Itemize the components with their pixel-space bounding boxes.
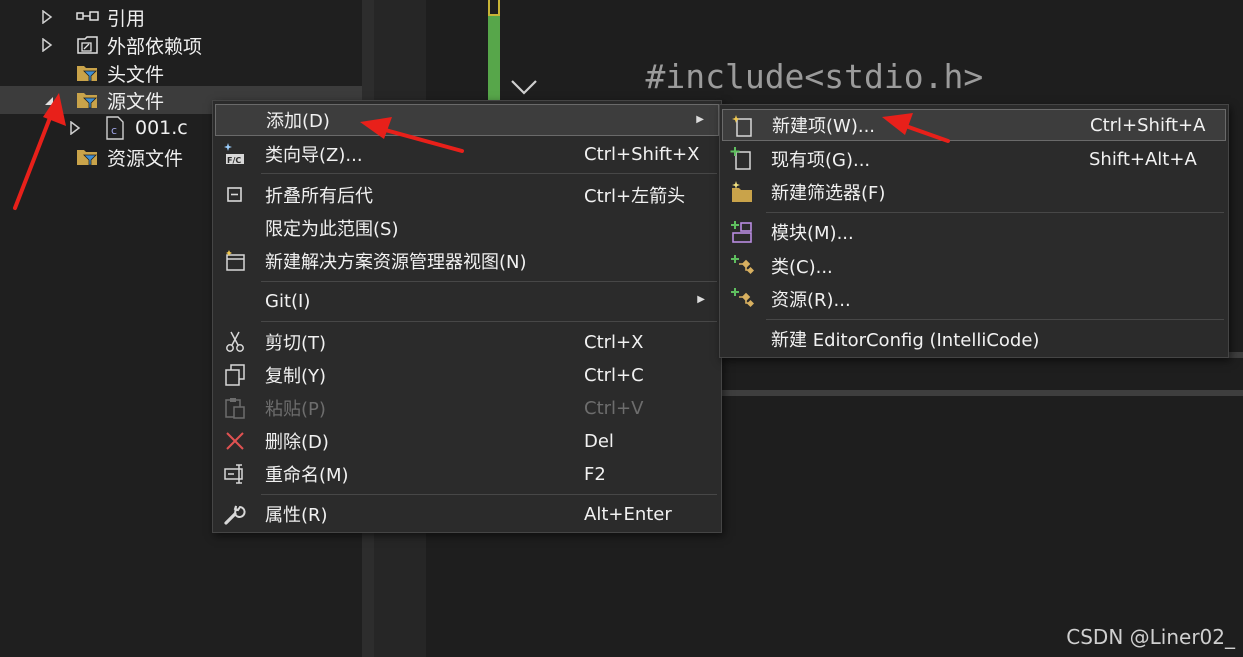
expand-arrow-icon[interactable] [40, 10, 54, 24]
menu-item-new-item[interactable]: 新建项(W)... Ctrl+Shift+A [722, 109, 1226, 141]
editor-divider [722, 390, 1243, 396]
menu-separator [766, 212, 1224, 213]
existing-item-icon [730, 147, 754, 171]
references-icon [76, 6, 99, 28]
change-marker-unsaved [488, 0, 500, 16]
svg-text:F/C: F/C [227, 156, 241, 165]
menu-item-label: 复制(Y) [265, 366, 327, 387]
menu-item-shortcut: Ctrl+X [584, 331, 644, 353]
menu-item-module[interactable]: 模块(M)... [722, 216, 1226, 248]
menu-item-label: 属性(R) [265, 505, 328, 526]
menu-item-label: 类(C)... [771, 257, 833, 278]
class-icon [730, 254, 754, 278]
menu-item-new-editorconfig[interactable]: 新建 EditorConfig (IntelliCode) [722, 323, 1226, 355]
menu-separator [261, 494, 717, 495]
tree-item-label: 资源文件 [107, 147, 184, 170]
external-deps-icon [76, 34, 98, 56]
menu-item-shortcut: Alt+Enter [584, 503, 672, 525]
change-marker-saved [488, 16, 500, 106]
filter-folder-icon [76, 146, 98, 168]
paste-icon [223, 396, 247, 420]
tree-item-label: 源文件 [107, 90, 165, 113]
menu-item-collapse-all[interactable]: 折叠所有后代 Ctrl+左箭头 [215, 179, 719, 211]
menu-separator [261, 173, 717, 174]
new-filter-icon [730, 180, 754, 204]
delete-icon [223, 429, 247, 453]
watermark: CSDN @Liner02_ [1066, 625, 1235, 649]
menu-item-cut[interactable]: 剪切(T) Ctrl+X [215, 326, 719, 358]
class-wizard-icon: F/C [223, 142, 247, 166]
filter-folder-icon [76, 62, 98, 84]
menu-item-label: 删除(D) [265, 432, 329, 453]
tree-item-references[interactable]: 引用 [0, 3, 362, 31]
menu-item-shortcut: F2 [584, 463, 606, 485]
menu-item-shortcut: Ctrl+Shift+X [584, 143, 700, 165]
menu-separator [261, 281, 717, 282]
menu-separator [766, 319, 1224, 320]
menu-item-new-explorer-view[interactable]: 新建解决方案资源管理器视图(N) [215, 245, 719, 277]
menu-item-class[interactable]: 类(C)... [722, 250, 1226, 282]
menu-item-rename[interactable]: 重命名(M) F2 [215, 458, 719, 490]
menu-item-label: 重命名(M) [265, 465, 349, 486]
collapse-arrow-icon[interactable] [42, 94, 56, 108]
tree-item-header-files[interactable]: 头文件 [0, 59, 362, 87]
new-item-icon [731, 114, 755, 138]
filter-folder-icon [76, 89, 98, 111]
new-explorer-view-icon [223, 249, 247, 273]
svg-text:c: c [111, 124, 117, 137]
menu-item-label: 新建解决方案资源管理器视图(N) [265, 252, 527, 273]
menu-item-label: 新建项(W)... [772, 116, 876, 137]
expand-arrow-icon[interactable] [40, 38, 54, 52]
menu-item-git[interactable]: Git(I) ▶ [215, 285, 719, 317]
resource-icon [730, 287, 754, 311]
menu-item-label: 模块(M)... [771, 223, 854, 244]
copy-icon [223, 363, 247, 387]
menu-item-shortcut: Ctrl+Shift+A [1090, 114, 1206, 136]
menu-item-label: 新建 EditorConfig (IntelliCode) [771, 330, 1040, 351]
menu-item-scope-to-this[interactable]: 限定为此范围(S) [215, 212, 719, 244]
menu-item-paste[interactable]: 粘贴(P) Ctrl+V [215, 392, 719, 424]
menu-item-label: 新建筛选器(F) [771, 183, 886, 204]
add-submenu: 新建项(W)... Ctrl+Shift+A 现有项(G)... Shift+A… [719, 104, 1229, 358]
cut-icon [223, 330, 247, 354]
menu-item-label: 类向导(Z)... [265, 145, 363, 166]
menu-item-shortcut: Ctrl+左箭头 [584, 186, 686, 207]
fold-chevron-icon[interactable] [509, 74, 539, 100]
menu-item-label: 资源(R)... [771, 290, 851, 311]
menu-item-resource[interactable]: 资源(R)... [722, 283, 1226, 315]
submenu-arrow-icon: ▶ [696, 114, 704, 125]
tree-item-label: 头文件 [107, 63, 165, 86]
menu-item-shortcut: Ctrl+V [584, 397, 644, 419]
wrench-icon [223, 502, 247, 526]
menu-item-label: Git(I) [265, 290, 311, 312]
menu-separator [261, 321, 717, 322]
menu-item-label: 折叠所有后代 [265, 186, 373, 207]
menu-item-label: 剪切(T) [265, 333, 327, 354]
menu-item-shortcut: Del [584, 430, 614, 452]
tree-item-label: 001.c [135, 117, 188, 139]
collapse-all-icon [223, 183, 247, 207]
menu-item-delete[interactable]: 删除(D) Del [215, 425, 719, 457]
submenu-arrow-icon: ▶ [697, 294, 705, 305]
tree-item-external-deps[interactable]: 外部依赖项 [0, 31, 362, 59]
menu-item-existing-item[interactable]: 现有项(G)... Shift+Alt+A [722, 143, 1226, 175]
c-file-icon: c [104, 116, 126, 140]
menu-item-properties[interactable]: 属性(R) Alt+Enter [215, 498, 719, 530]
menu-item-shortcut: Shift+Alt+A [1089, 148, 1197, 170]
menu-item-copy[interactable]: 复制(Y) Ctrl+C [215, 359, 719, 391]
menu-item-class-wizard[interactable]: F/C 类向导(Z)... Ctrl+Shift+X [215, 138, 719, 170]
menu-item-add[interactable]: 添加(D) ▶ [215, 104, 719, 136]
context-menu: 添加(D) ▶ F/C 类向导(Z)... Ctrl+Shift+X 折叠所有后… [212, 100, 722, 533]
menu-item-new-filter[interactable]: 新建筛选器(F) [722, 176, 1226, 208]
module-icon [730, 220, 754, 244]
menu-item-label: 粘贴(P) [265, 399, 326, 420]
tree-item-label: 引用 [107, 7, 146, 30]
menu-item-label: 现有项(G)... [771, 150, 871, 171]
menu-item-label: 添加(D) [266, 111, 330, 132]
rename-icon [223, 462, 247, 486]
expand-arrow-icon[interactable] [68, 121, 82, 135]
menu-item-label: 限定为此范围(S) [265, 219, 399, 240]
menu-item-shortcut: Ctrl+C [584, 364, 644, 386]
tree-item-label: 外部依赖项 [107, 35, 203, 58]
